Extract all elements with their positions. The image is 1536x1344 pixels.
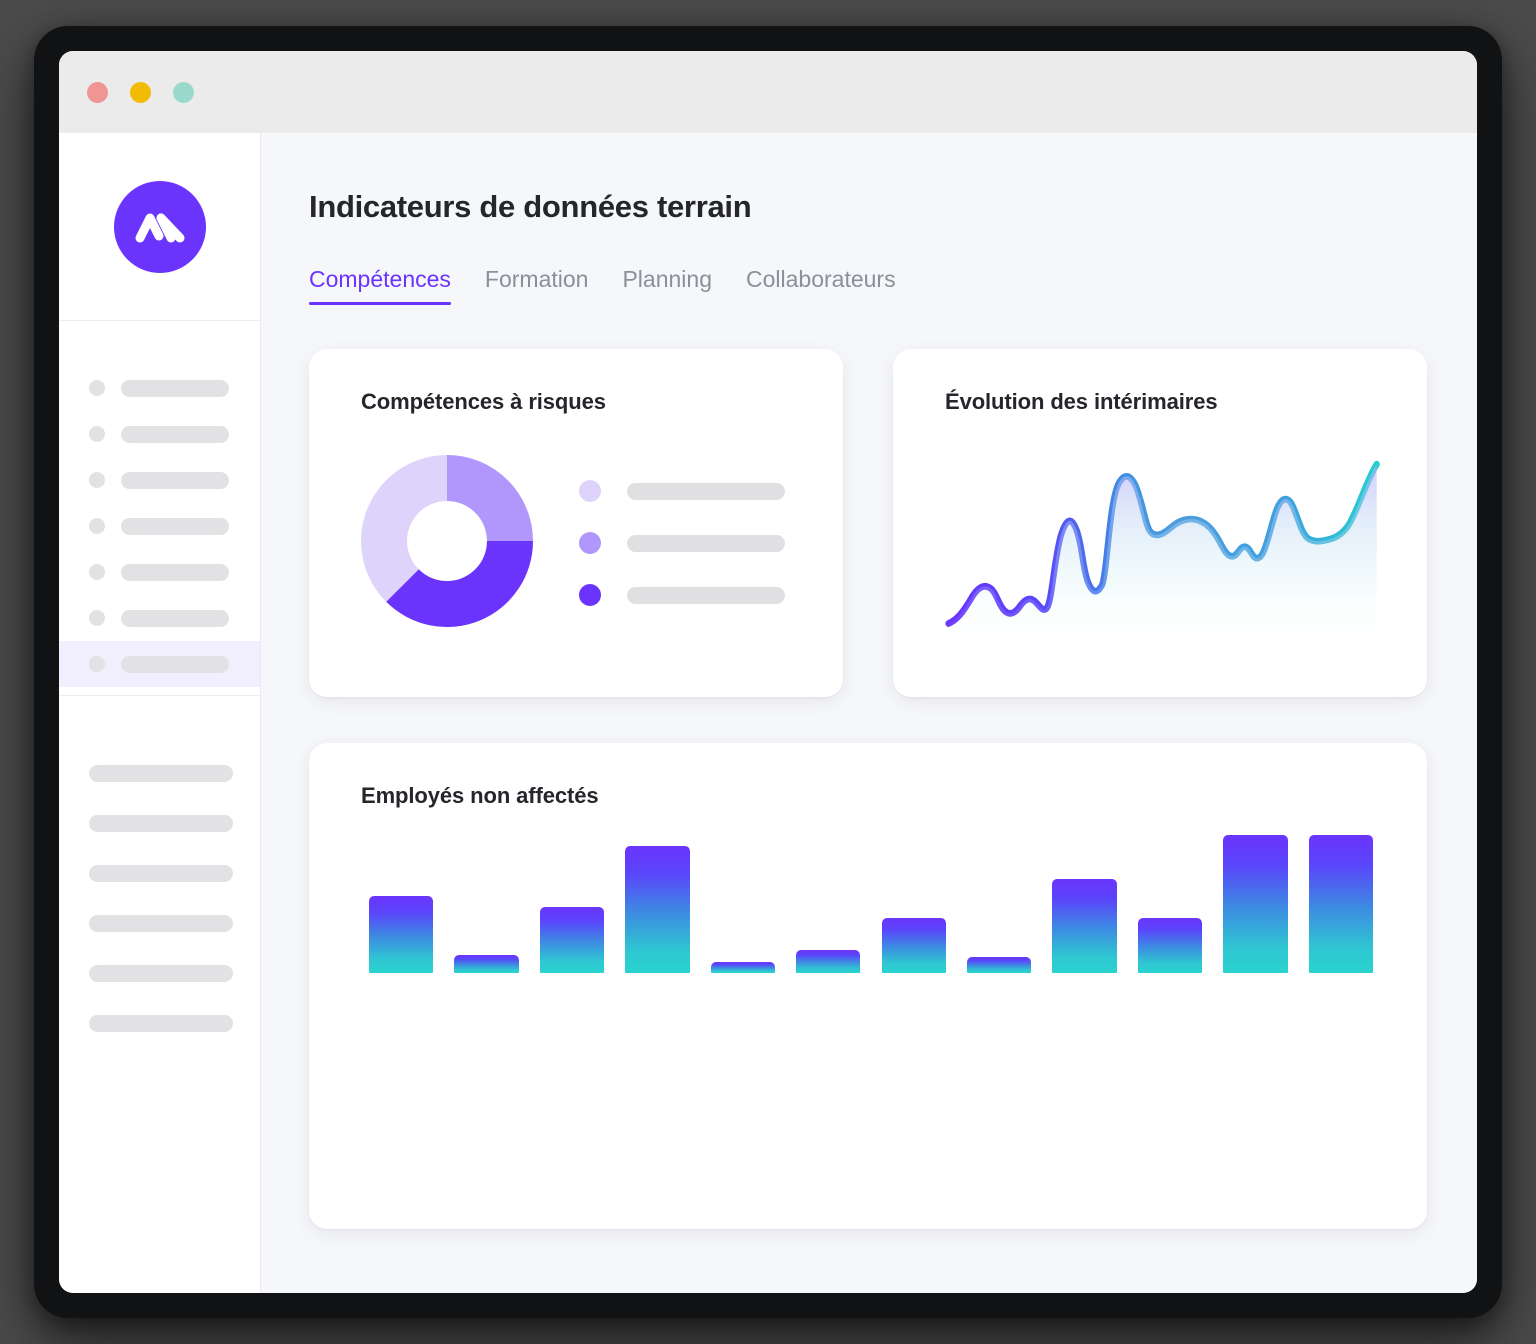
app-body: Indicateurs de données terrain Compétenc…	[59, 133, 1477, 1293]
window-content: Indicateurs de données terrain Compétenc…	[59, 51, 1477, 1293]
legend-label-placeholder	[627, 534, 785, 552]
sidebar-item-4[interactable]	[59, 503, 260, 549]
app-window: Indicateurs de données terrain Compétenc…	[34, 26, 1502, 1318]
sidebar-item-label-placeholder	[121, 609, 229, 627]
sidebar-item-bullet-icon	[89, 426, 105, 442]
bar-3[interactable]	[539, 906, 605, 974]
tab-bar: Compétences Formation Planning Collabora…	[309, 266, 1427, 305]
traffic-light-group	[87, 82, 194, 103]
sidebar-sub-item-label-placeholder	[89, 864, 233, 882]
tab-formation[interactable]: Formation	[485, 266, 589, 305]
sidebar-sub-item-6[interactable]	[59, 998, 260, 1048]
main-content: Indicateurs de données terrain Compétenc…	[261, 133, 1477, 1293]
minimize-window-button[interactable]	[130, 82, 151, 103]
legend-swatch-icon	[579, 584, 601, 606]
sidebar	[59, 133, 261, 1293]
area-chart-fill	[948, 464, 1377, 634]
sidebar-item-2[interactable]	[59, 411, 260, 457]
legend-swatch-icon	[579, 480, 601, 502]
legend-item-1[interactable]	[579, 480, 785, 502]
donut-legend	[579, 476, 785, 606]
maximize-window-button[interactable]	[173, 82, 194, 103]
sidebar-item-7-active[interactable]	[59, 641, 260, 687]
bar-6[interactable]	[796, 949, 861, 974]
sidebar-sub-item-label-placeholder	[89, 814, 233, 832]
sidebar-item-bullet-icon	[89, 472, 105, 488]
sidebar-item-bullet-icon	[89, 656, 105, 672]
sidebar-sub-item-label-placeholder	[89, 964, 233, 982]
legend-label-placeholder	[627, 482, 785, 500]
card-temps-evolution: Évolution des intérimaires	[893, 349, 1427, 697]
sidebar-item-5[interactable]	[59, 549, 260, 595]
tab-collaborateurs[interactable]: Collaborateurs	[746, 266, 896, 305]
sidebar-sub-item-5[interactable]	[59, 948, 260, 998]
legend-item-3[interactable]	[579, 584, 785, 606]
legend-swatch-icon	[579, 532, 601, 554]
sidebar-item-1[interactable]	[59, 365, 260, 411]
card-unassigned-employees: Employés non affectés	[309, 743, 1427, 1229]
sidebar-primary-nav	[59, 321, 260, 696]
sidebar-item-3[interactable]	[59, 457, 260, 503]
legend-label-placeholder	[627, 586, 785, 604]
sidebar-item-bullet-icon	[89, 610, 105, 626]
bar-12[interactable]	[1308, 835, 1373, 974]
sidebar-item-label-placeholder	[121, 655, 229, 673]
card-title-skills-at-risk: Compétences à risques	[361, 389, 606, 414]
sidebar-sub-item-1[interactable]	[59, 748, 260, 798]
sidebar-item-label-placeholder	[121, 517, 229, 535]
sidebar-secondary-nav	[59, 696, 260, 1048]
sidebar-item-6[interactable]	[59, 595, 260, 641]
bar-2[interactable]	[454, 955, 519, 974]
sidebar-item-label-placeholder	[121, 563, 229, 581]
sidebar-logo-zone	[59, 133, 260, 321]
page-title: Indicateurs de données terrain	[309, 189, 752, 224]
donut-chart	[361, 455, 533, 627]
bar-1[interactable]	[369, 895, 434, 974]
bar-chart-unassigned-employees	[361, 835, 1381, 974]
donut-center-hole	[407, 501, 487, 581]
brand-logo-icon[interactable]	[113, 180, 206, 273]
logo-m-mark-icon	[135, 213, 184, 242]
donut-chart-region	[361, 455, 807, 627]
bar-9[interactable]	[1052, 879, 1117, 974]
card-title-temps-evolution: Évolution des intérimaires	[945, 389, 1218, 414]
sidebar-item-bullet-icon	[89, 518, 105, 534]
card-skills-at-risk: Compétences à risques	[309, 349, 843, 697]
sidebar-item-bullet-icon	[89, 564, 105, 580]
sidebar-item-label-placeholder	[121, 425, 229, 443]
bar-10[interactable]	[1137, 917, 1203, 974]
sidebar-sub-item-label-placeholder	[89, 1014, 233, 1032]
sidebar-sub-item-4[interactable]	[59, 898, 260, 948]
sidebar-item-bullet-icon	[89, 380, 105, 396]
sidebar-sub-item-2[interactable]	[59, 798, 260, 848]
card-title-unassigned-employees: Employés non affectés	[361, 783, 599, 808]
close-window-button[interactable]	[87, 82, 108, 103]
sidebar-sub-item-label-placeholder	[89, 914, 233, 932]
bar-5[interactable]	[710, 962, 776, 974]
sidebar-item-label-placeholder	[121, 379, 229, 397]
tab-competences[interactable]: Compétences	[309, 266, 451, 305]
area-chart-temps-evolution[interactable]	[945, 443, 1391, 635]
sidebar-item-label-placeholder	[121, 471, 229, 489]
bar-7[interactable]	[881, 917, 946, 974]
legend-item-2[interactable]	[579, 532, 785, 554]
sidebar-sub-item-3[interactable]	[59, 848, 260, 898]
bar-4[interactable]	[625, 846, 690, 974]
top-cards-row: Compétences à risques Évolution des inté…	[309, 349, 1427, 697]
bar-11[interactable]	[1223, 835, 1288, 974]
tab-planning[interactable]: Planning	[622, 266, 712, 305]
bar-8[interactable]	[966, 956, 1032, 974]
sidebar-sub-item-label-placeholder	[89, 764, 233, 782]
window-titlebar	[59, 51, 1477, 133]
